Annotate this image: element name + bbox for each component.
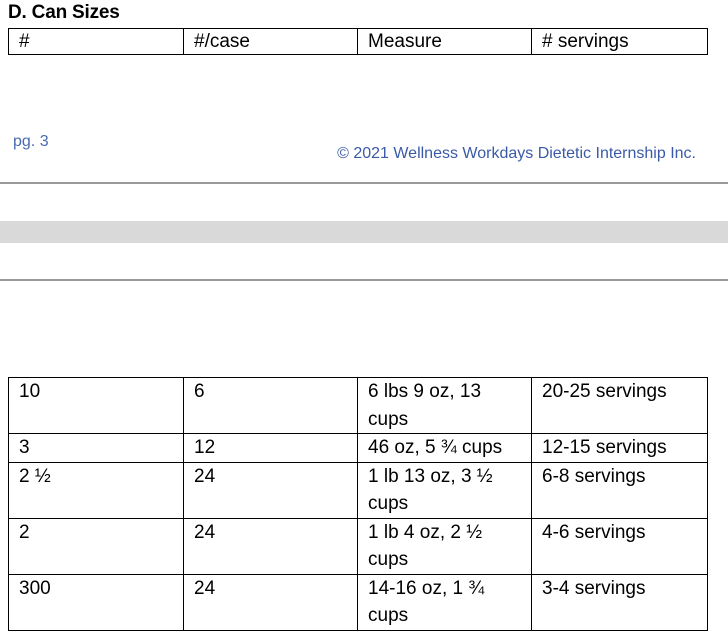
cell-measure: 6 lbs 9 oz, 13 cups bbox=[357, 377, 532, 434]
cell-per-case: 24 bbox=[183, 573, 358, 631]
table-row: 300 24 14-16 oz, 1 ¾ cups 3-4 servings bbox=[8, 573, 708, 631]
cell-number: 3 bbox=[8, 433, 184, 463]
column-header-per-case: #/case bbox=[183, 28, 358, 55]
table-row: 2 24 1 lb 4 oz, 2 ½ cups 4-6 servings bbox=[8, 517, 708, 575]
copyright-notice: © 2021 Wellness Workdays Dietetic Intern… bbox=[337, 145, 696, 162]
column-header-number: # bbox=[8, 28, 184, 55]
cell-measure: 1 lb 13 oz, 3 ½ cups bbox=[357, 461, 532, 519]
cell-servings: 4-6 servings bbox=[531, 517, 708, 575]
table-row: 3 12 46 oz, 5 ¾ cups 12-15 servings bbox=[8, 433, 708, 463]
cell-per-case: 12 bbox=[183, 433, 358, 463]
cell-servings: 3-4 servings bbox=[531, 573, 708, 631]
can-sizes-table: 10 6 6 lbs 9 oz, 13 cups 20-25 servings … bbox=[8, 377, 708, 631]
cell-measure: 14-16 oz, 1 ¾ cups bbox=[357, 573, 532, 631]
page-break-band bbox=[0, 221, 728, 243]
table-row: 2 ½ 24 1 lb 13 oz, 3 ½ cups 6-8 servings bbox=[8, 461, 708, 519]
cell-number: 300 bbox=[8, 573, 184, 631]
column-header-measure: Measure bbox=[357, 28, 532, 55]
cell-servings: 6-8 servings bbox=[531, 461, 708, 519]
cell-number: 10 bbox=[8, 377, 184, 434]
cell-servings: 12-15 servings bbox=[531, 433, 708, 463]
cell-measure: 46 oz, 5 ¾ cups bbox=[357, 433, 532, 463]
page-number: pg. 3 bbox=[13, 133, 49, 150]
cell-per-case: 24 bbox=[183, 461, 358, 519]
cell-number: 2 bbox=[8, 517, 184, 575]
cell-measure: 1 lb 4 oz, 2 ½ cups bbox=[357, 517, 532, 575]
cell-number: 2 ½ bbox=[8, 461, 184, 519]
page-break-rule-bottom bbox=[0, 279, 728, 281]
page-break-rule-top bbox=[0, 182, 728, 184]
section-title: D. Can Sizes bbox=[8, 2, 120, 23]
cell-per-case: 6 bbox=[183, 377, 358, 434]
table-header-row: # #/case Measure # servings bbox=[8, 28, 708, 55]
can-sizes-header-table: # #/case Measure # servings bbox=[8, 28, 708, 55]
cell-per-case: 24 bbox=[183, 517, 358, 575]
column-header-servings: # servings bbox=[531, 28, 708, 55]
table-row: 10 6 6 lbs 9 oz, 13 cups 20-25 servings bbox=[8, 377, 708, 434]
cell-servings: 20-25 servings bbox=[531, 377, 708, 434]
